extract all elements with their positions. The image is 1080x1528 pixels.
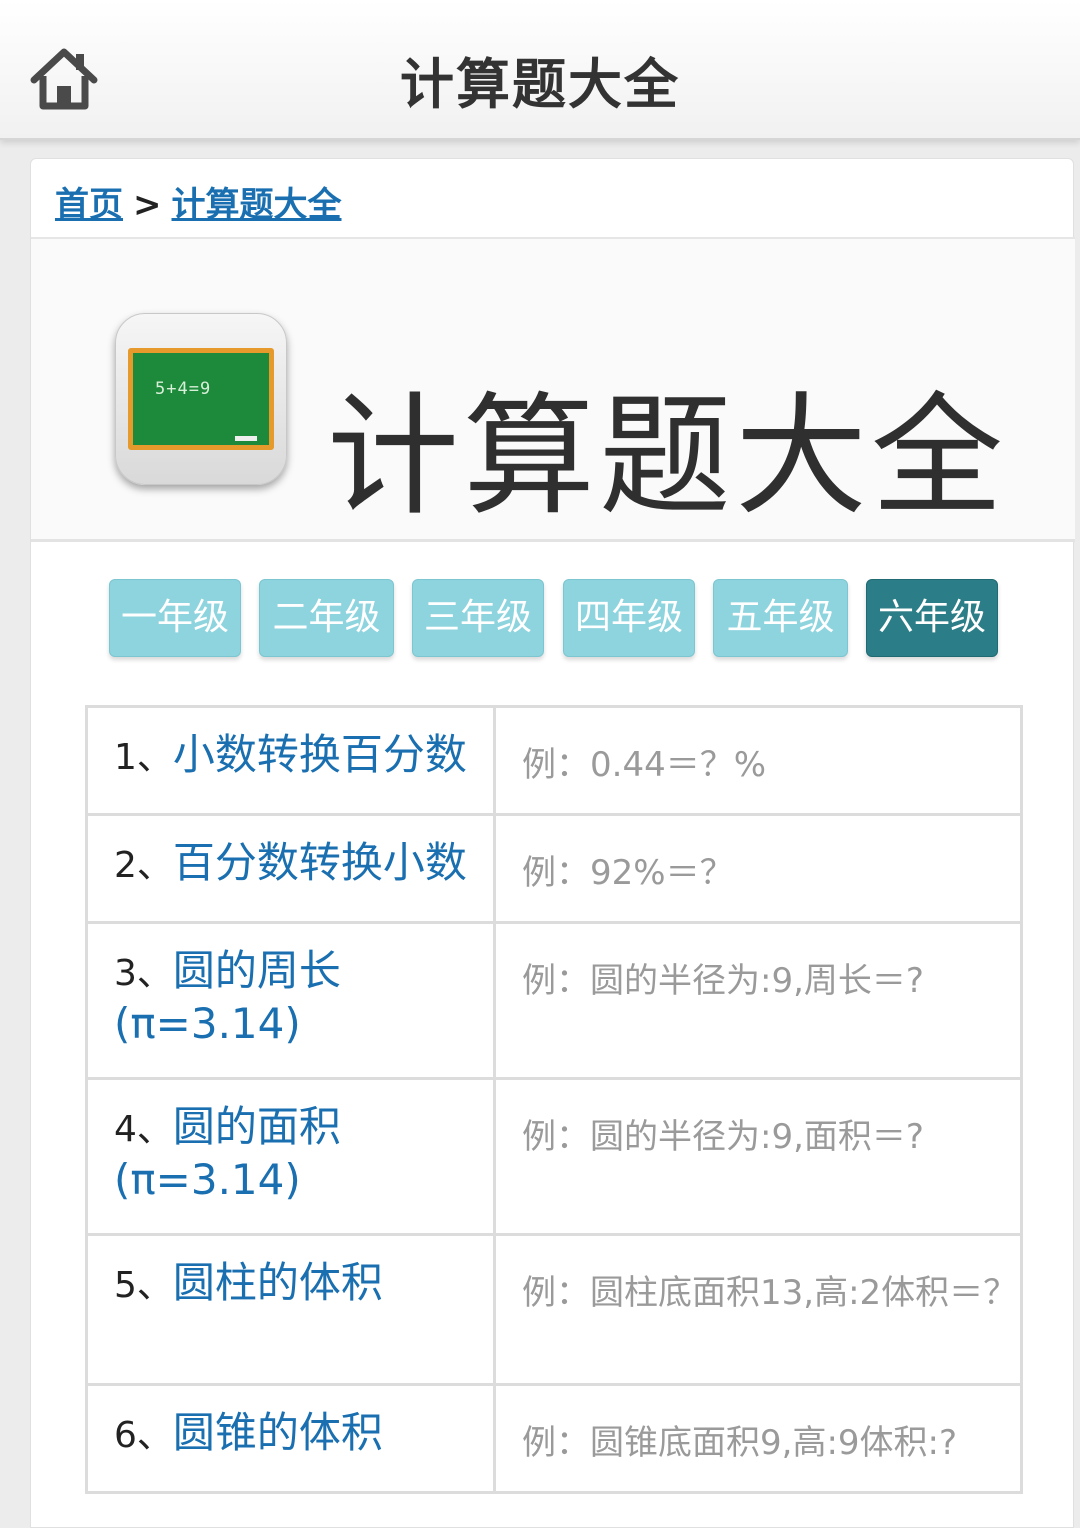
topic-number: 1、 [114, 737, 173, 778]
divider [31, 539, 1075, 542]
topic-link[interactable]: 圆锥的体积 [173, 1408, 383, 1457]
chalkboard-icon: 5+4=9 [115, 313, 287, 485]
topic-number: 6、 [114, 1415, 173, 1456]
topic-cell: 6、圆锥的体积 [85, 1383, 496, 1494]
chalkboard: 5+4=9 [128, 348, 274, 450]
topic-cell: 3、圆的周长(π=3.14) [85, 921, 496, 1080]
tab-grade-1[interactable]: 一年级 [109, 579, 241, 657]
breadcrumb-home-link[interactable]: 首页 [55, 185, 123, 225]
topic-number: 4、 [114, 1109, 173, 1150]
topic-cell: 5、圆柱的体积 [85, 1233, 496, 1386]
topic-cell: 2、百分数转换小数 [85, 813, 496, 924]
topic-link[interactable]: 百分数转换小数 [173, 838, 467, 887]
example-cell: 例：0.44＝？% [493, 705, 1023, 816]
table-row: 1、小数转换百分数 例：0.44＝？% [85, 705, 1023, 816]
topic-link[interactable]: 圆柱的体积 [173, 1258, 383, 1307]
content-card: 首页 > 计算题大全 5+4=9 计算题大全 一年级 二年级 三年级 四年级 五年级… [30, 158, 1075, 1528]
example-cell: 例：92%＝？ [493, 813, 1023, 924]
tab-grade-5[interactable]: 五年级 [713, 579, 848, 657]
example-cell: 例：圆锥底面积9,高:9体积:? [493, 1383, 1023, 1494]
topic-number: 5、 [114, 1265, 173, 1306]
topic-table: 1、小数转换百分数 例：0.44＝？% 2、百分数转换小数 例：92%＝？ 3、… [85, 705, 1023, 1494]
example-cell: 例：圆的半径为:9,面积＝? [493, 1077, 1023, 1236]
page-title: 计算题大全 [400, 53, 680, 116]
table-row: 5、圆柱的体积 例：圆柱底面积13,高:2体积＝？ [85, 1233, 1023, 1386]
topic-link[interactable]: 小数转换百分数 [173, 730, 467, 779]
breadcrumb-current-link[interactable]: 计算题大全 [172, 185, 342, 225]
tab-grade-4[interactable]: 四年级 [563, 579, 695, 657]
example-cell: 例：圆的半径为:9,周长＝? [493, 921, 1023, 1080]
table-row: 3、圆的周长(π=3.14) 例：圆的半径为:9,周长＝? [85, 921, 1023, 1080]
chalkboard-text: 5+4=9 [155, 379, 212, 399]
tab-grade-2[interactable]: 二年级 [259, 579, 394, 657]
topic-cell: 4、圆的面积(π=3.14) [85, 1077, 496, 1236]
table-row: 4、圆的面积(π=3.14) 例：圆的半径为:9,面积＝? [85, 1077, 1023, 1236]
breadcrumb-separator: > [133, 185, 162, 225]
top-app-bar: 计算题大全 [0, 0, 1080, 140]
hero-banner: 5+4=9 计算题大全 [31, 239, 1075, 541]
table-row: 6、圆锥的体积 例：圆锥底面积9,高:9体积:? [85, 1383, 1023, 1494]
example-cell: 例：圆柱底面积13,高:2体积＝？ [493, 1233, 1023, 1386]
chalk [235, 436, 257, 441]
tab-grade-6[interactable]: 六年级 [866, 579, 998, 657]
hero-title: 计算题大全 [327, 380, 1007, 534]
table-row: 2、百分数转换小数 例：92%＝？ [85, 813, 1023, 924]
topic-cell: 1、小数转换百分数 [85, 705, 496, 816]
tab-grade-3[interactable]: 三年级 [412, 579, 544, 657]
topic-number: 2、 [114, 845, 173, 886]
topic-number: 3、 [114, 953, 173, 994]
breadcrumb: 首页 > 计算题大全 [55, 173, 342, 237]
